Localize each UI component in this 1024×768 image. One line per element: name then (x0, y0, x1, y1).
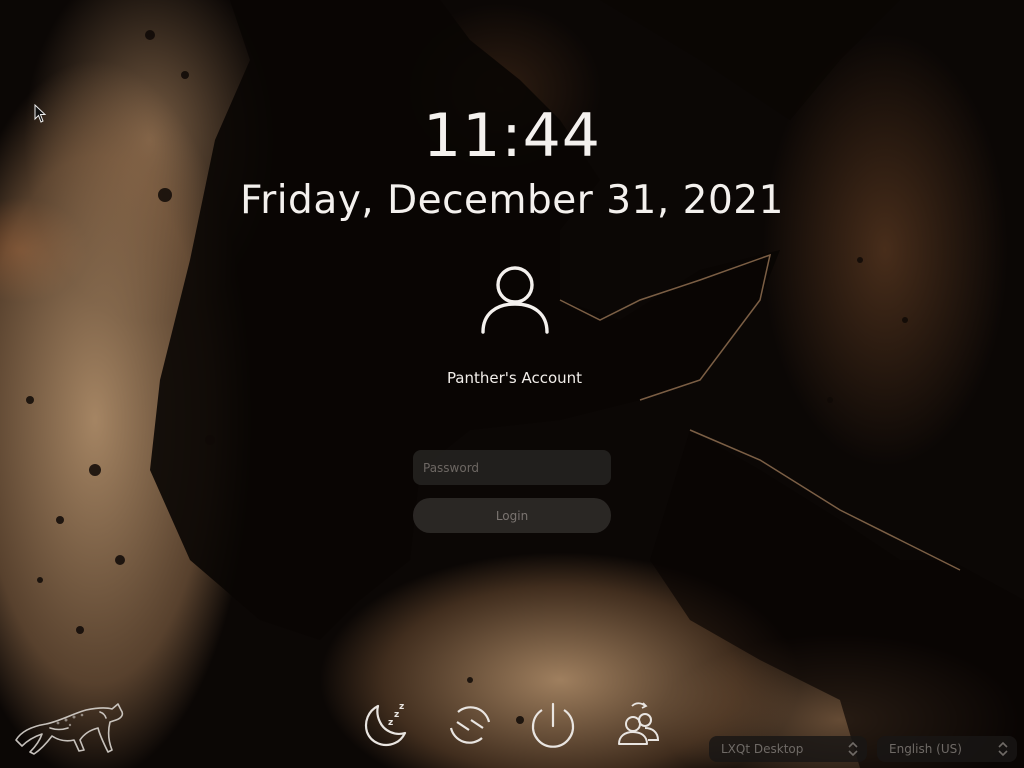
clock-date: Friday, December 31, 2021 (240, 178, 784, 223)
language-select-value: English (US) (889, 742, 962, 756)
svg-text:z: z (399, 702, 404, 712)
panther-logo (15, 703, 124, 755)
svg-text:z: z (388, 718, 393, 728)
login-button[interactable]: Login (413, 498, 611, 533)
language-select[interactable]: English (US) (877, 736, 1017, 762)
login-screen: 11:44 Friday, December 31, 2021 Panther'… (0, 0, 1024, 768)
account-name: Panther's Account (446, 369, 583, 387)
switch-user-icon (618, 702, 660, 745)
restart-icon (449, 706, 491, 744)
session-select-value: LXQt Desktop (721, 742, 804, 756)
chevron-up-down-icon (848, 741, 858, 757)
moon-sleep-icon: z z z (364, 702, 407, 747)
password-field[interactable] (413, 450, 611, 485)
session-select[interactable]: LXQt Desktop (709, 736, 867, 762)
switch-user-button[interactable] (612, 698, 666, 752)
suspend-button[interactable]: z z z (358, 698, 412, 752)
user-icon (481, 266, 549, 334)
clock-time: 11:44 (423, 101, 601, 171)
chevron-up-down-icon (998, 741, 1008, 757)
restart-button[interactable] (443, 698, 497, 752)
shutdown-button[interactable] (526, 698, 580, 752)
power-icon (531, 702, 575, 748)
